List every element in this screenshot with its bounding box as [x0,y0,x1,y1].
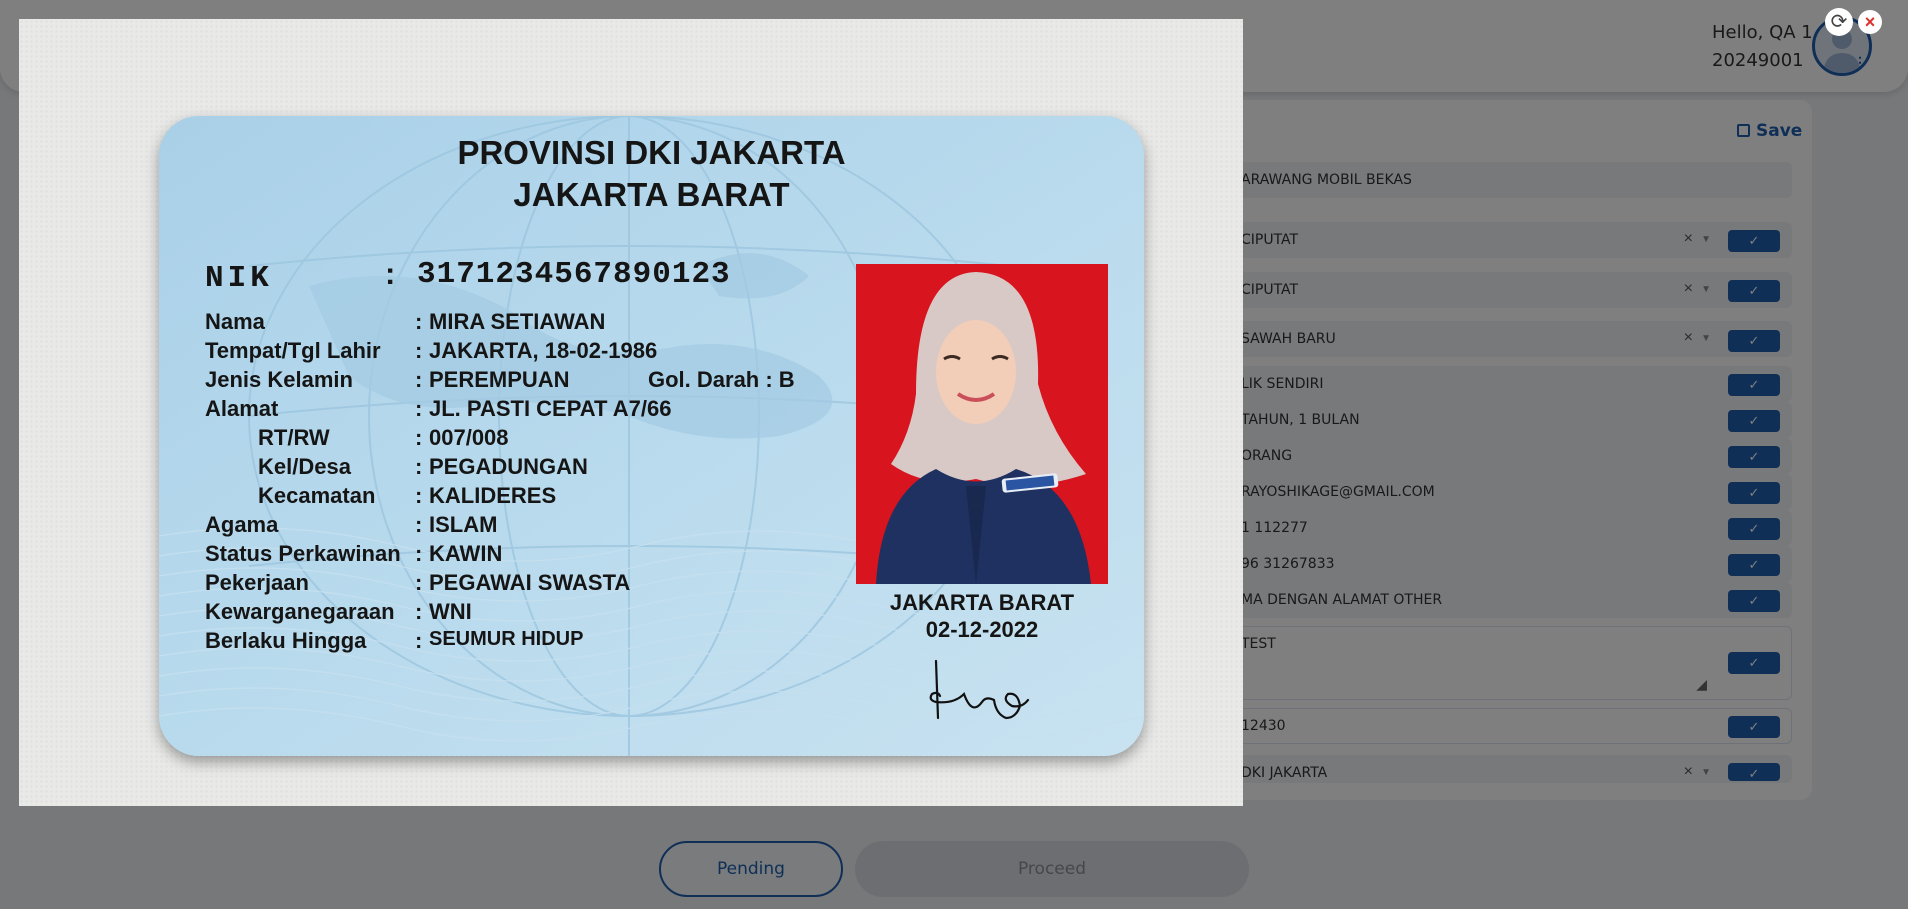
field-colon: : [415,367,423,392]
ktp-id-card-image: PROVINSI DKI JAKARTA JAKARTA BARAT NIK :… [159,116,1144,756]
field-colon: : [415,338,423,363]
nik-number: 3171234567890123 [417,257,731,292]
field-label: Nama [205,309,265,334]
field-label: Agama [205,512,279,537]
portrait-photo [856,264,1108,584]
rotate-icon[interactable]: ⟳ [1825,8,1853,36]
field-value: MIRA SETIAWAN [429,309,606,334]
nik-label: NIK [205,261,273,296]
field-value: PEGAWAI SWASTA [429,570,631,595]
close-icon[interactable]: × [1858,10,1882,34]
field-colon: : [415,599,423,624]
field-colon: : [415,425,423,450]
field-label: Kewarganegaraan [205,599,395,624]
field-colon: : [415,570,423,595]
signature-icon [929,659,1030,720]
field-value: JL. PASTI CEPAT A7/66 [429,396,672,421]
card-province: PROVINSI DKI JAKARTA [457,134,846,171]
image-viewer: PROVINSI DKI JAKARTA JAKARTA BARAT NIK :… [19,19,1243,806]
field-colon: : [415,309,423,334]
field-label: Status Perkawinan [205,541,401,566]
field-label: Kel/Desa [258,454,351,479]
field-label: Kecamatan [258,483,376,508]
field-label: RT/RW [258,425,330,450]
field-label: Tempat/Tgl Lahir [205,338,381,363]
field-label: Jenis Kelamin [205,367,353,392]
field-label: Pekerjaan [205,570,309,595]
field-colon: : [415,396,423,421]
nik-colon: : [385,256,396,291]
field-value: PEREMPUAN [429,367,570,392]
blood-type: Gol. Darah : B [648,367,795,392]
field-value: SEUMUR HIDUP [429,628,584,650]
card-city: JAKARTA BARAT [513,176,790,213]
field-colon: : [415,628,423,653]
field-label: Berlaku Hingga [205,628,367,653]
issue-city: JAKARTA BARAT [889,590,1075,615]
field-colon: : [415,512,423,537]
field-colon: : [415,483,423,508]
field-value: KAWIN [429,541,503,566]
field-value: ISLAM [429,512,498,537]
field-colon: : [415,541,423,566]
field-value: 007/008 [429,425,509,450]
field-label: Alamat [205,396,279,421]
issue-date: 02-12-2022 [925,617,1039,642]
field-value: PEGADUNGAN [429,454,588,479]
field-value: JAKARTA, 18-02-1986 [429,338,658,363]
field-colon: : [415,454,423,479]
field-value: WNI [429,599,472,624]
field-value: KALIDERES [429,483,557,508]
